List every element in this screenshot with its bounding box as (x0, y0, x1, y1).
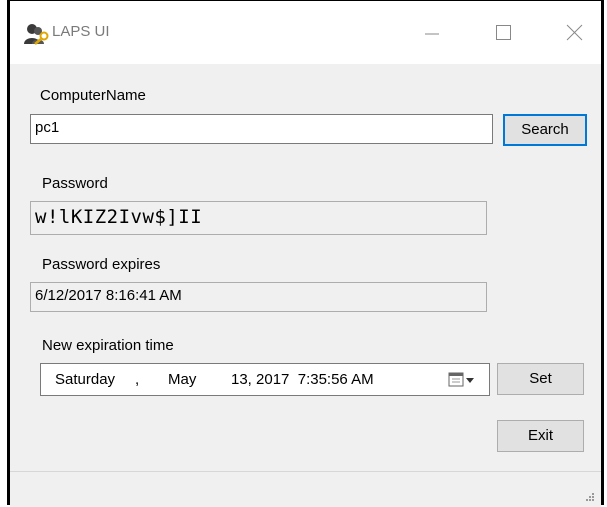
users-key-icon (24, 23, 50, 45)
exit-button[interactable]: Exit (497, 420, 584, 452)
minimize-button[interactable] (409, 15, 455, 51)
title-bar[interactable]: LAPS UI (10, 1, 601, 64)
status-bar (10, 471, 601, 507)
maximize-icon (496, 25, 511, 40)
new-expiration-label: New expiration time (42, 337, 174, 354)
password-label: Password (42, 175, 108, 192)
password-expires-field: 6/12/2017 8:16:41 AM (30, 282, 487, 312)
maximize-button[interactable] (480, 15, 526, 51)
date-month[interactable]: May (168, 371, 196, 388)
expiration-date-picker[interactable]: Saturday , May 13, 2017 7:35:56 AM (40, 363, 490, 396)
set-button[interactable]: Set (497, 363, 584, 395)
date-day-year-time[interactable]: 13, 2017 7:35:56 AM (231, 371, 374, 388)
laps-ui-window: LAPS UI ComputerName pc1 Search Password… (7, 0, 604, 507)
password-expires-label: Password expires (42, 256, 161, 273)
window-title: LAPS UI (52, 23, 110, 40)
password-field: w!lKIZ2Ivw$]II (30, 201, 487, 235)
search-button[interactable]: Search (503, 114, 587, 146)
date-separator: , (135, 371, 140, 388)
close-button[interactable] (551, 15, 597, 51)
calendar-dropdown-icon[interactable] (447, 370, 479, 390)
resize-grip-icon[interactable] (585, 489, 595, 501)
computer-name-input[interactable]: pc1 (30, 114, 493, 144)
date-weekday[interactable]: Saturday (55, 371, 115, 388)
minimize-icon (425, 33, 439, 35)
close-icon (566, 24, 583, 41)
computer-name-label: ComputerName (40, 87, 146, 104)
